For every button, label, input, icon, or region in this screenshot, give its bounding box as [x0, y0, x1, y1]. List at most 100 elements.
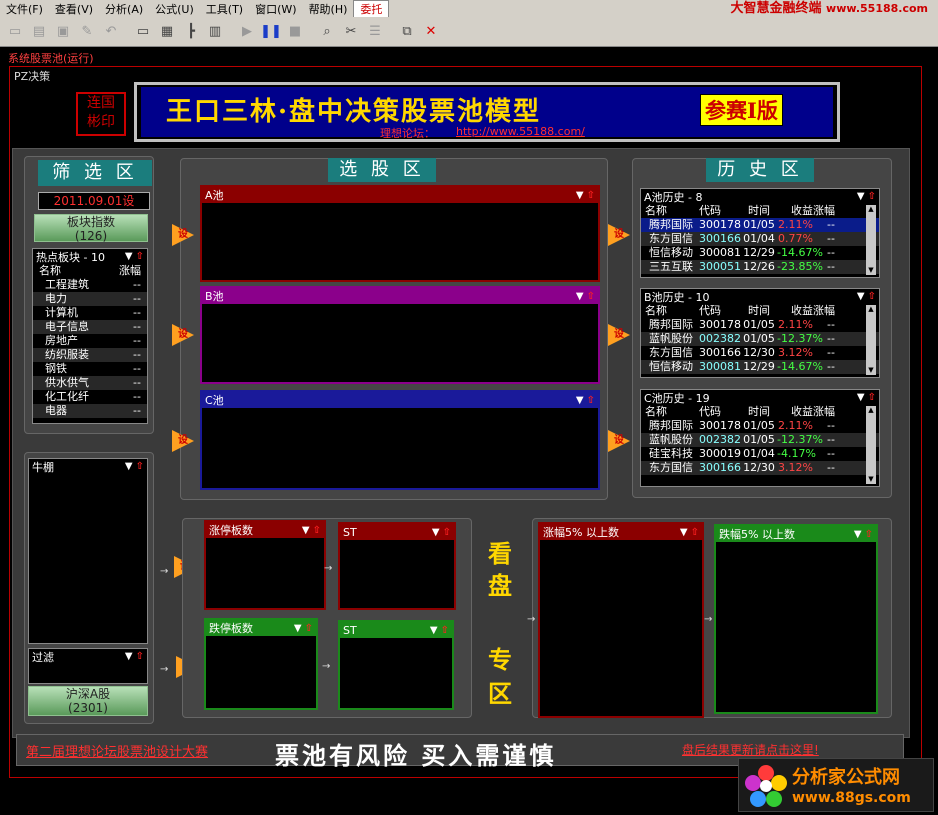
- history-a-scrollbar[interactable]: ▲ ▼: [866, 205, 876, 275]
- market-a-share-button[interactable]: 沪深A股 (2301): [28, 686, 148, 716]
- dropdown-icon[interactable]: ▼: [125, 461, 133, 472]
- dropdown-icon[interactable]: ▼: [125, 651, 133, 662]
- arrow-up-icon[interactable]: ⇧: [587, 188, 595, 203]
- history-row[interactable]: 三五互联 300051 12/26 -23.85% --: [641, 260, 879, 274]
- dropdown-icon[interactable]: ▼: [432, 525, 440, 540]
- arrow-up-icon[interactable]: ⇧: [868, 392, 876, 403]
- menu-view[interactable]: 查看(V): [49, 1, 99, 17]
- sector-row[interactable]: 电器 --: [33, 404, 147, 418]
- history-row[interactable]: 恒信移动 300081 12/29 -14.67% --: [641, 246, 879, 260]
- undo-icon[interactable]: ↶: [100, 21, 122, 43]
- history-row[interactable]: 硅宝科技 300019 01/04 -4.17% --: [641, 447, 879, 461]
- arrow-up-icon[interactable]: ⇧: [587, 289, 595, 304]
- history-c-scrollbar[interactable]: ▲ ▼: [866, 406, 876, 484]
- limit-up-box[interactable]: 涨停板数 ▼ ⇧: [204, 520, 326, 610]
- date-setting[interactable]: 2011.09.01设: [38, 192, 150, 210]
- export-icon[interactable]: ⧉: [396, 21, 418, 43]
- close-icon[interactable]: ✕: [420, 21, 442, 43]
- sector-row[interactable]: 电子信息 --: [33, 320, 147, 334]
- open-icon[interactable]: ▤: [28, 21, 50, 43]
- forum-link[interactable]: http://www.55188.com/: [456, 125, 585, 138]
- rise-5pct-box[interactable]: 涨幅5% 以上数 ▼ ⇧: [538, 522, 704, 718]
- arrow-up-icon[interactable]: ⇧: [136, 461, 144, 472]
- sector-index-button[interactable]: 板块指数 (126): [34, 214, 148, 243]
- menu-analysis[interactable]: 分析(A): [99, 1, 149, 17]
- stop-icon[interactable]: ■: [284, 21, 306, 43]
- dropdown-icon[interactable]: ▼: [576, 393, 584, 408]
- layout-tree-icon[interactable]: ┣: [180, 21, 202, 43]
- arrow-up-icon[interactable]: ⇧: [865, 527, 873, 542]
- dropdown-icon[interactable]: ▼: [430, 623, 438, 638]
- sector-row[interactable]: 工程建筑 --: [33, 278, 147, 292]
- menu-window[interactable]: 窗口(W): [249, 1, 302, 17]
- set-history-b-button[interactable]: 设: [608, 324, 630, 346]
- dropdown-icon[interactable]: ▼: [294, 621, 302, 636]
- arrow-up-icon[interactable]: ⇧: [441, 623, 449, 638]
- fall-5pct-box[interactable]: 跌幅5% 以上数 ▼ ⇧: [714, 524, 878, 714]
- sector-row[interactable]: 供水供气 --: [33, 376, 147, 390]
- find-replace-icon[interactable]: ✂: [340, 21, 362, 43]
- st-up-box[interactable]: ST ▼ ⇧: [338, 522, 456, 610]
- layout-split-icon[interactable]: ▥: [204, 21, 226, 43]
- layout-grid-icon[interactable]: ▦: [156, 21, 178, 43]
- arrow-up-icon[interactable]: ⇧: [443, 525, 451, 540]
- save-icon[interactable]: ▣: [52, 21, 74, 43]
- set-history-a-button[interactable]: 设: [608, 224, 630, 246]
- menu-file[interactable]: 文件(F): [0, 1, 49, 17]
- sector-row[interactable]: 化工化纤 --: [33, 390, 147, 404]
- dropdown-icon[interactable]: ▼: [857, 392, 865, 403]
- history-row[interactable]: 腾邦国际 300178 01/05 2.11% --: [641, 218, 879, 232]
- dropdown-icon[interactable]: ▼: [302, 523, 310, 538]
- arrow-up-icon[interactable]: ⇧: [691, 525, 699, 540]
- window-icon[interactable]: ▭: [132, 21, 154, 43]
- history-b-scrollbar[interactable]: ▲ ▼: [866, 305, 876, 375]
- arrow-up-icon[interactable]: ⇧: [587, 393, 595, 408]
- set-pool-b-button[interactable]: 设: [172, 324, 194, 346]
- dropdown-icon[interactable]: ▼: [576, 289, 584, 304]
- dropdown-icon[interactable]: ▼: [857, 291, 865, 302]
- history-row[interactable]: 腾邦国际 300178 01/05 2.11% --: [641, 419, 879, 433]
- dropdown-icon[interactable]: ▼: [680, 525, 688, 540]
- arrow-up-icon[interactable]: ⇧: [868, 291, 876, 302]
- pool-c[interactable]: C池 ▼ ⇧: [200, 390, 600, 490]
- st-down-box[interactable]: ST ▼ ⇧: [338, 620, 454, 710]
- dropdown-icon[interactable]: ▼: [125, 251, 133, 262]
- new-file-icon[interactable]: ▭: [4, 21, 26, 43]
- limit-down-box[interactable]: 跌停板数 ▼ ⇧: [204, 618, 318, 710]
- set-pool-a-button[interactable]: 设: [172, 224, 194, 246]
- arrow-up-icon[interactable]: ⇧: [305, 621, 313, 636]
- dropdown-icon[interactable]: ▼: [857, 191, 865, 202]
- pool-a[interactable]: A池 ▼ ⇧: [200, 185, 600, 282]
- arrow-up-icon[interactable]: ⇧: [136, 251, 144, 262]
- history-row[interactable]: 恒信移动 300081 12/29 -14.67% --: [641, 360, 879, 374]
- search-icon[interactable]: ⌕: [316, 21, 338, 43]
- sector-row[interactable]: 钢铁 --: [33, 362, 147, 376]
- history-row[interactable]: 蓝帆股份 002382 01/05 -12.37% --: [641, 332, 879, 346]
- dropdown-icon[interactable]: ▼: [854, 527, 862, 542]
- update-link[interactable]: 盘后结果更新请点击这里!: [682, 741, 819, 758]
- menu-tools[interactable]: 工具(T): [200, 1, 249, 17]
- sector-row[interactable]: 电力 --: [33, 292, 147, 306]
- edit-icon[interactable]: ✎: [76, 21, 98, 43]
- history-row[interactable]: 腾邦国际 300178 01/05 2.11% --: [641, 318, 879, 332]
- menu-formula[interactable]: 公式(U): [149, 1, 200, 17]
- contest-link[interactable]: 第二届理想论坛股票池设计大赛: [26, 741, 208, 760]
- history-row[interactable]: 东方国信 300166 12/30 3.12% --: [641, 346, 879, 360]
- history-row[interactable]: 东方国信 300166 01/04 0.77% --: [641, 232, 879, 246]
- dropdown-icon[interactable]: ▼: [576, 188, 584, 203]
- pool-b[interactable]: B池 ▼ ⇧: [200, 286, 600, 384]
- set-history-c-button[interactable]: 设: [608, 430, 630, 452]
- menu-help[interactable]: 帮助(H): [303, 1, 354, 17]
- sector-row[interactable]: 计算机 --: [33, 306, 147, 320]
- menu-trade[interactable]: 委托: [353, 0, 390, 18]
- history-row[interactable]: 蓝帆股份 002382 01/05 -12.37% --: [641, 433, 879, 447]
- arrow-up-icon[interactable]: ⇧: [868, 191, 876, 202]
- sector-row[interactable]: 纺织服装 --: [33, 348, 147, 362]
- history-row[interactable]: 东方国信 300166 12/30 3.12% --: [641, 461, 879, 475]
- arrow-up-icon[interactable]: ⇧: [136, 651, 144, 662]
- play-icon[interactable]: ▶: [236, 21, 258, 43]
- arrow-up-icon[interactable]: ⇧: [313, 523, 321, 538]
- sector-row[interactable]: 房地产 --: [33, 334, 147, 348]
- set-pool-c-button[interactable]: 设: [172, 430, 194, 452]
- pause-icon[interactable]: ❚❚: [260, 21, 282, 43]
